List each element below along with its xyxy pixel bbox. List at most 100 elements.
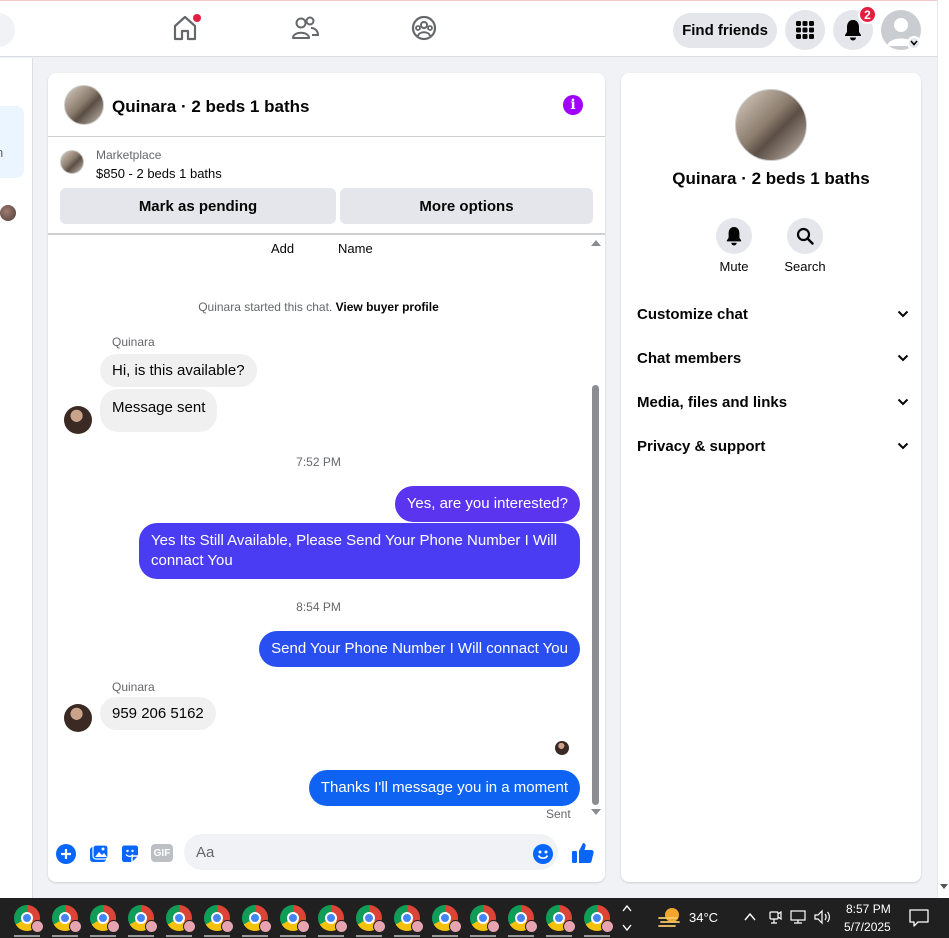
incoming-message[interactable]: 959 206 5162 xyxy=(100,697,216,730)
chrome-taskbar-icon[interactable] xyxy=(242,905,272,933)
running-indicator xyxy=(508,935,534,937)
chrome-taskbar-icon[interactable] xyxy=(356,905,386,933)
chrome-taskbar-icon[interactable] xyxy=(128,905,158,933)
sender-avatar[interactable] xyxy=(64,704,92,732)
search-button[interactable] xyxy=(787,218,823,254)
section-label: Media, files and links xyxy=(637,393,788,411)
listing-thumbnail[interactable] xyxy=(64,85,104,125)
chrome-taskbar-icon[interactable] xyxy=(166,905,196,933)
outgoing-message[interactable]: Yes Its Still Available, Please Send You… xyxy=(139,523,580,579)
groups-icon[interactable] xyxy=(409,13,439,43)
sticker-icon[interactable] xyxy=(120,844,140,864)
running-indicator xyxy=(52,935,78,937)
info-icon[interactable]: i xyxy=(563,95,583,115)
plus-icon[interactable] xyxy=(56,844,76,864)
section-label: Customize chat xyxy=(637,305,748,323)
scroll-up-arrow[interactable] xyxy=(591,240,601,246)
windows-taskbar: 34°C 8:57 PM 5/7/2025 xyxy=(0,898,949,938)
timestamp: 7:52 PM xyxy=(296,455,341,469)
more-options-button[interactable]: More options xyxy=(340,188,593,224)
running-indicator xyxy=(128,935,154,937)
sender-avatar[interactable] xyxy=(64,406,92,434)
chevron-down-icon xyxy=(910,40,918,46)
customize-chat-section[interactable]: Customize chat xyxy=(637,296,909,332)
taskbar-time[interactable]: 8:57 PM xyxy=(846,902,891,916)
account-chevron[interactable] xyxy=(907,36,921,50)
chat-scrollbar-thumb[interactable] xyxy=(592,385,599,805)
chrome-taskbar-icon[interactable] xyxy=(432,905,462,933)
meet-icon[interactable] xyxy=(768,909,782,925)
chrome-taskbar-icon[interactable] xyxy=(394,905,424,933)
chat-header: Quinara · 2 beds 1 baths i xyxy=(48,73,605,137)
emoji-icon[interactable] xyxy=(533,844,553,864)
taskbar-overflow-arrows[interactable] xyxy=(621,901,633,935)
notifications-badge: 2 xyxy=(858,5,877,24)
running-indicator xyxy=(432,935,458,937)
chat-title[interactable]: Quinara · 2 beds 1 baths xyxy=(112,97,309,117)
chevron-down-icon xyxy=(897,354,909,362)
bell-icon xyxy=(726,227,742,246)
network-icon[interactable] xyxy=(790,909,808,925)
bell-icon xyxy=(845,20,861,41)
menu-button[interactable] xyxy=(785,10,825,50)
scroll-down-arrow[interactable] xyxy=(591,809,601,815)
chrome-taskbar-icon[interactable] xyxy=(52,905,82,933)
marketplace-label: Marketplace xyxy=(96,148,162,162)
volume-icon[interactable] xyxy=(814,909,832,925)
view-buyer-profile-link[interactable]: View buyer profile xyxy=(336,300,439,314)
thumbs-up-icon[interactable] xyxy=(571,841,595,865)
outgoing-message[interactable]: Yes, are you interested? xyxy=(394,486,580,522)
photo-icon[interactable] xyxy=(89,844,109,864)
running-indicator xyxy=(14,935,40,937)
chrome-taskbar-icon[interactable] xyxy=(508,905,538,933)
privacy-support-section[interactable]: Privacy & support xyxy=(637,428,909,464)
name-label: Name xyxy=(338,241,373,256)
chrome-taskbar-icon[interactable] xyxy=(90,905,120,933)
search-icon xyxy=(796,227,814,245)
chevron-up-icon[interactable] xyxy=(743,910,757,924)
running-indicator xyxy=(394,935,420,937)
section-label: Privacy & support xyxy=(637,437,766,455)
chrome-taskbar-icon[interactable] xyxy=(318,905,348,933)
home-notification-dot xyxy=(193,14,201,22)
incoming-message[interactable]: Message sent xyxy=(100,389,218,432)
page-scrollbar[interactable] xyxy=(937,0,949,898)
mark-as-pending-button[interactable]: Mark as pending xyxy=(60,188,336,224)
chat-started-notice: Quinara started this chat. View buyer pr… xyxy=(48,300,589,314)
taskbar-date[interactable]: 5/7/2025 xyxy=(844,920,891,934)
gif-button[interactable]: GIF xyxy=(151,844,173,862)
chevron-down-icon xyxy=(897,442,909,450)
chrome-taskbar-icon[interactable] xyxy=(204,905,234,933)
search-field-partial[interactable] xyxy=(0,13,15,47)
media-files-links-section[interactable]: Media, files and links xyxy=(637,384,909,420)
chrome-taskbar-icon[interactable] xyxy=(546,905,576,933)
sidebar-selected-item[interactable] xyxy=(0,106,24,178)
find-friends-button[interactable]: Find friends xyxy=(673,13,777,48)
running-indicator xyxy=(204,935,230,937)
outgoing-message[interactable]: Thanks I'll message you in a moment xyxy=(308,770,580,806)
message-input-placeholder: Aa xyxy=(196,844,215,861)
marketplace-thumbnail xyxy=(60,150,84,174)
temperature[interactable]: 34°C xyxy=(689,910,718,925)
running-indicator xyxy=(584,935,610,937)
chat-panel: Quinara · 2 beds 1 baths i Marketplace $… xyxy=(48,73,605,882)
chrome-taskbar-icon[interactable] xyxy=(470,905,500,933)
add-label: Add xyxy=(271,241,295,256)
notification-center-icon[interactable] xyxy=(909,909,929,927)
incoming-message[interactable]: Hi, is this available? xyxy=(100,354,257,387)
scroll-down-arrow[interactable] xyxy=(940,884,948,889)
chrome-taskbar-icon[interactable] xyxy=(14,905,44,933)
outgoing-message[interactable]: Send Your Phone Number I Will connact Yo… xyxy=(259,631,580,667)
chrome-taskbar-icon[interactable] xyxy=(584,905,614,933)
chrome-taskbar-icon[interactable] xyxy=(280,905,310,933)
message-status: Sent xyxy=(546,807,571,821)
message-input[interactable] xyxy=(184,834,558,870)
running-indicator xyxy=(318,935,344,937)
mute-button[interactable] xyxy=(716,218,752,254)
grid-menu-icon xyxy=(796,21,814,39)
weather-icon[interactable] xyxy=(657,906,683,930)
running-indicator xyxy=(242,935,268,937)
friends-icon[interactable] xyxy=(290,13,320,43)
chat-members-section[interactable]: Chat members xyxy=(637,340,909,376)
sidebar-avatar[interactable] xyxy=(0,205,16,221)
